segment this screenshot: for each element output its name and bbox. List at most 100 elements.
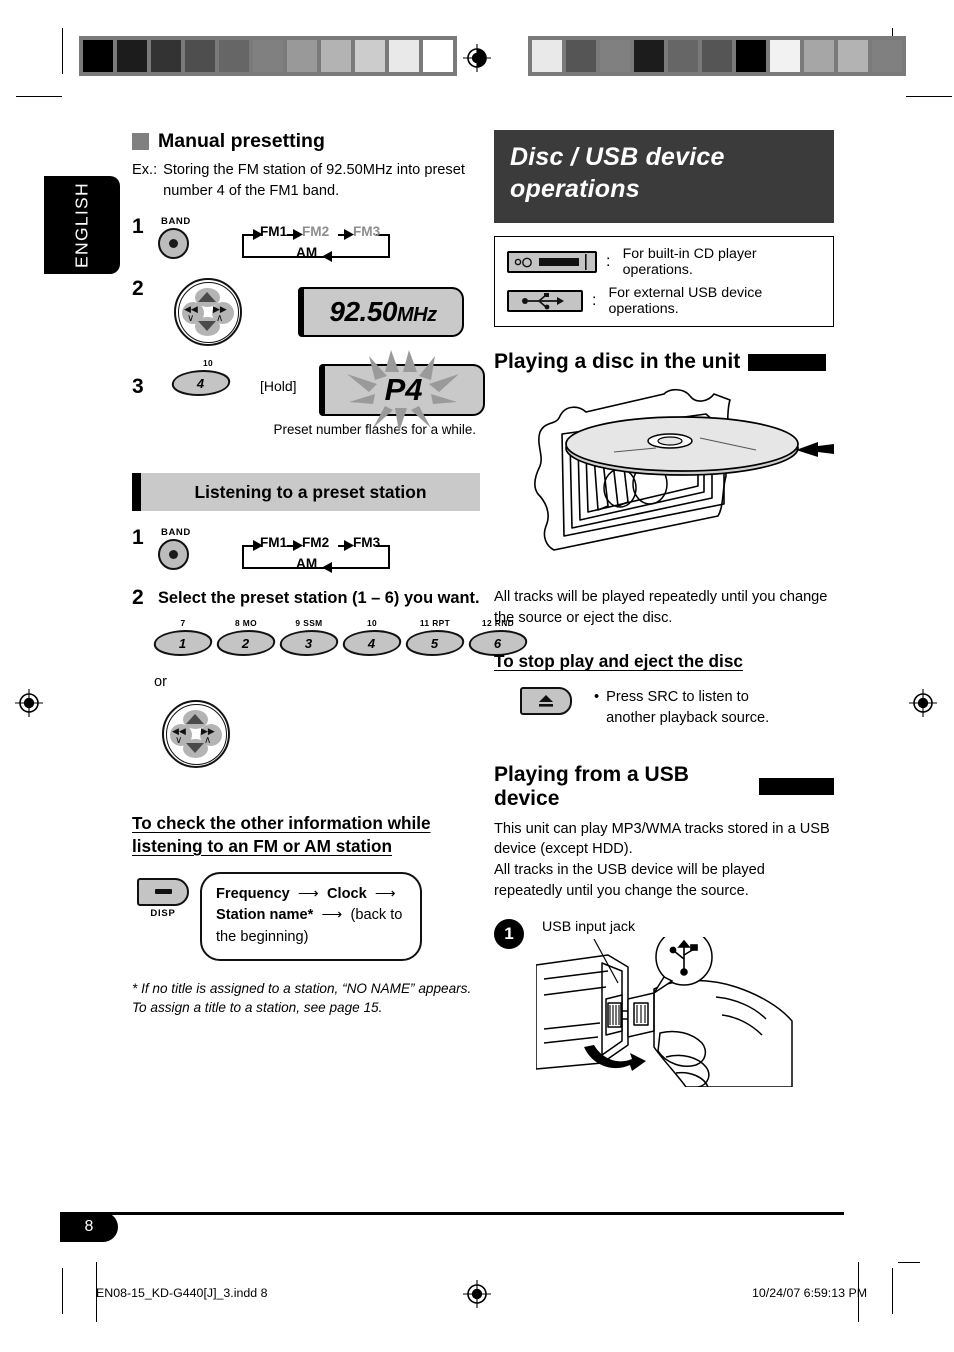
usb-jack-callout: USB input jack [542,919,636,936]
joystick-control[interactable]: ◀◀ ▶▶ ∨ ∧ [174,278,242,347]
band-label-fm1: FM1 [260,224,288,240]
preset-key-oval[interactable]: 4 [340,630,404,657]
band-label-fm2: FM2 [302,535,330,551]
footer-timestamp: 10/24/07 6:59:13 PM [752,1286,868,1300]
usb-section-body-1: This unit can play MP3/WMA tracks stored… [494,820,830,858]
band-button-circle[interactable] [158,228,189,260]
footer-rule [96,1212,844,1215]
preset-key-row: 718 MO 2 9 SSM 3 10 4 11 RPT 5 12 RND 6 [151,618,530,657]
triangle-up-icon [198,292,216,303]
band-button[interactable]: BAND [158,216,204,260]
legend-colon: : [592,292,597,309]
preset-key-top-label: 10 [366,618,378,629]
calibration-swatch [117,40,147,72]
chapter-banner: Disc / USB device operations [494,130,834,223]
band-label-am: AM [296,556,318,572]
step-3: 3 10 4 [Hold] P4 [132,350,485,433]
flow-item-clock: Clock [326,885,367,902]
step-number: 3 [132,375,144,399]
band-label-fm1: FM1 [260,535,288,551]
manual-page: ENGLISH Manual presetting Ex.: Storing t… [0,0,954,1352]
band-button-circle[interactable] [158,539,189,571]
calibration-swatch [355,40,385,72]
calibration-swatch [185,40,215,72]
registration-mark-icon [462,43,492,73]
legend-box: : For built-in CD player operations. : F… [494,236,834,327]
preset-key[interactable]: 71 [151,618,215,657]
calibration-swatch [287,40,317,72]
chapter-title-line2: operations [510,175,640,203]
eject-bullet-text: Press SRC to listen to another playback … [606,689,770,726]
crop-mark [62,1268,63,1314]
page-number-tab: 8 [60,1212,118,1242]
usb-badge-icon [758,778,834,796]
preset-key-label: 2 [242,635,250,651]
usb-step-number: 1 [494,919,524,950]
preset-key[interactable]: 8 MO 2 [214,618,278,657]
preset-key-oval[interactable]: 3 [277,630,341,657]
preset-key-4[interactable]: 10 4 [169,358,250,397]
preset-key-oval[interactable]: 5 [403,630,467,657]
info-section-heading-line1: To check the other information while [132,813,431,834]
calibration-swatch [566,40,596,72]
disc-section-heading-label: Playing a disc in the unit [494,350,741,373]
registration-mark-icon [14,688,44,718]
band-button-dot-icon [169,550,178,560]
disp-button[interactable]: DISP [132,877,194,919]
preset-key-oval[interactable]: 4 [169,370,233,397]
preset-display-text: P4 [384,372,423,408]
preset-key[interactable]: 9 SSM 3 [277,618,341,657]
calibration-bar-left [79,36,457,76]
preset-key[interactable]: 10 4 [340,618,404,657]
display-flow-box: Frequency ⟶ Clock ⟶ Station name* ⟶ (bac… [200,871,422,961]
step-number: 1 [132,526,144,550]
crop-mark [892,1268,893,1314]
band-button-dot-icon [169,239,178,249]
preset-key-oval[interactable]: 1 [151,630,215,657]
eject-button[interactable] [520,687,572,716]
cd-badge-icon [748,353,827,371]
arrow-glyph: ⟶ [293,885,323,902]
arrow-icon [322,562,332,574]
eject-row: • Press SRC to listen to another playbac… [520,687,834,728]
chevron-up-icon: ∧ [216,313,224,325]
arrow-glyph: ⟶ [317,907,347,924]
crop-mark [906,96,952,97]
preset-step-2-instruction: Select the preset station (1 – 6) you wa… [158,589,480,608]
disp-bar-icon [154,889,172,895]
preset-key-label: 4 [197,375,205,391]
calibration-swatch [423,40,453,72]
section-title: Manual presetting [158,130,325,152]
right-column: Disc / USB device operations : For built… [494,130,834,1092]
disp-button-body[interactable] [137,877,189,906]
flow-item-station-name: Station name [216,907,308,924]
calibration-bar-right [528,36,906,76]
crop-mark [62,28,63,74]
language-side-tab-label: ENGLISH [71,182,92,268]
usb-step-row: 1 USB input jack [494,919,834,1092]
preset-key-top-label: 11 RPT [419,618,451,629]
triangle-up-icon [186,714,204,725]
frequency-display: 92.50MHz [298,287,464,338]
band-label-fm2: FM2 [302,224,330,240]
usb-insert-illustration [535,928,793,1089]
disc-insert-illustration [494,386,834,581]
preset-key-label: 1 [179,635,187,651]
calibration-swatch [736,40,766,72]
triangle-down-icon [186,743,204,754]
step-1: 1 BAND FM1 FM2 FM3 AM [132,216,480,266]
legend-row: : For external USB device operations. [507,285,821,317]
preset-key-oval[interactable]: 2 [214,630,278,657]
joystick-control[interactable]: ◀◀ ▶▶ ∨ ∧ [162,700,230,769]
calibration-swatch [634,40,664,72]
chevron-down-icon: ∨ [175,735,183,747]
or-label: or [154,674,167,691]
preset-key[interactable]: 11 RPT 5 [403,618,467,657]
language-side-tab: ENGLISH [44,176,120,274]
page-number: 8 [84,1218,94,1235]
preset-key-label: 5 [431,635,439,651]
band-button[interactable]: BAND [158,527,204,571]
band-cycle-diagram-2: FM1 FM2 FM3 AM [236,535,402,577]
eject-bullet: • Press SRC to listen to another playbac… [594,687,796,728]
crop-mark [16,96,62,97]
